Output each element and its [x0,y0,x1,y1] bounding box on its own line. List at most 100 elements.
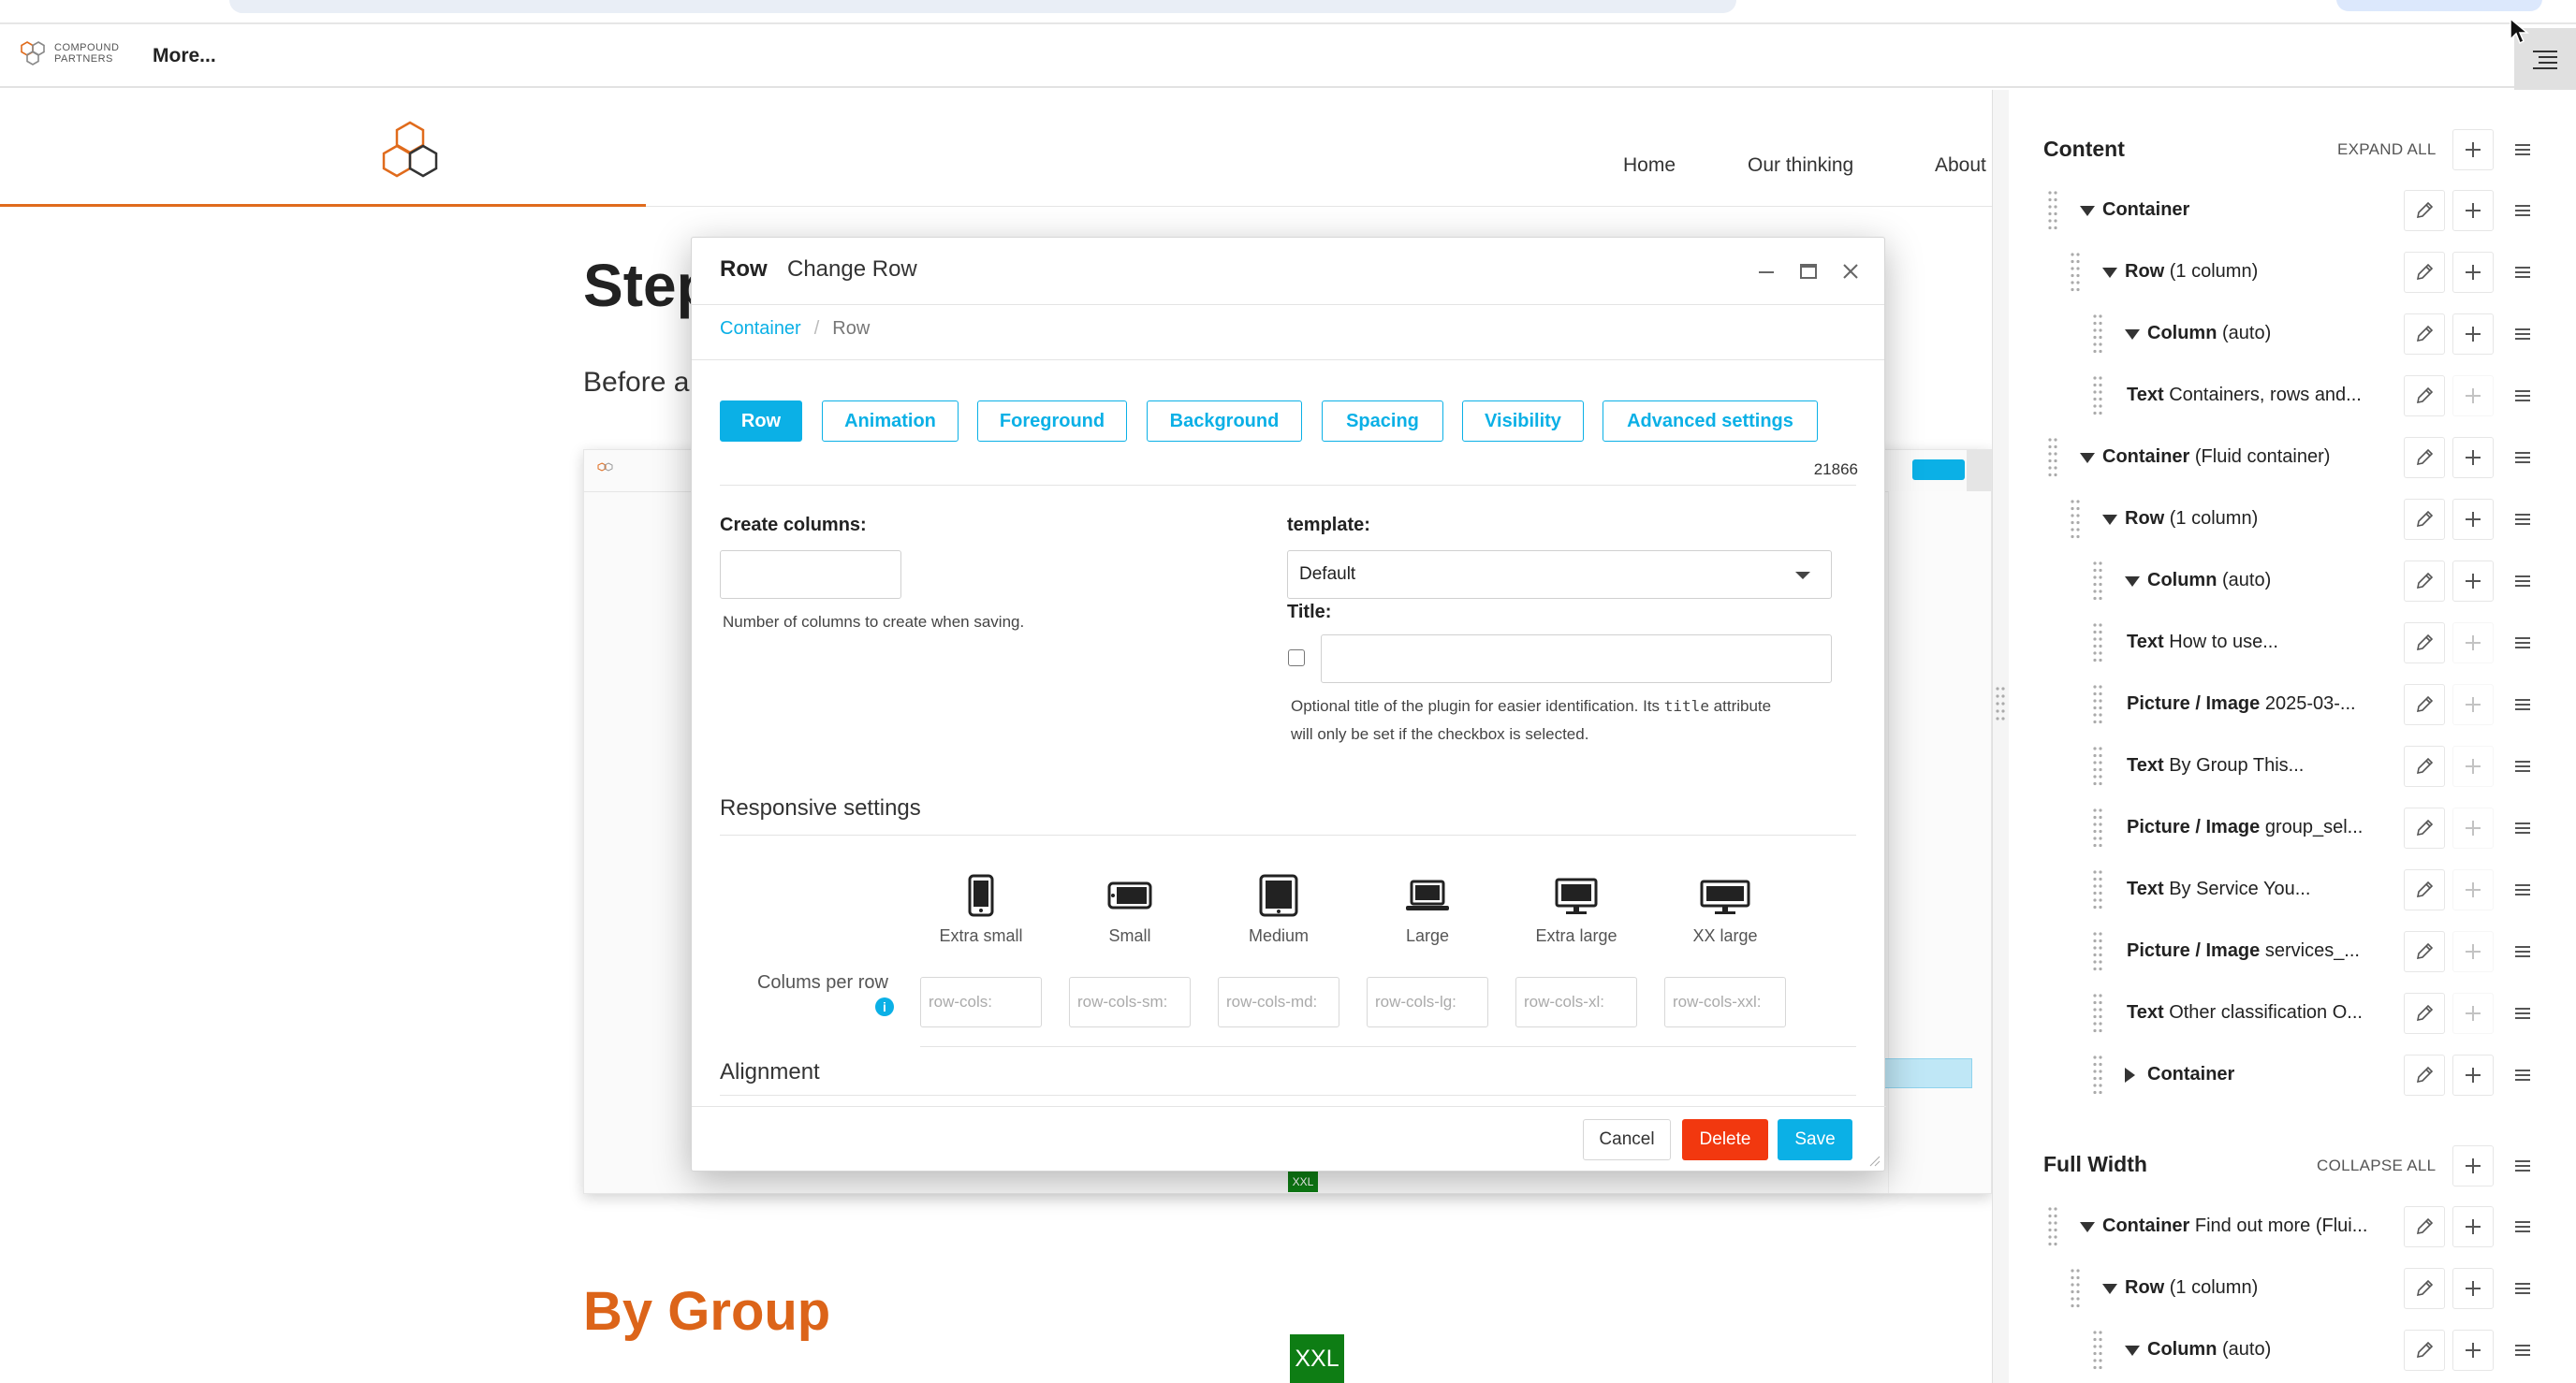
drag-handle-icon[interactable] [2091,1054,2104,1097]
drag-handle-icon[interactable] [2091,992,2104,1035]
structure-item[interactable]: Container [2046,1044,2576,1106]
item-menu-button[interactable] [2509,190,2537,231]
drag-handle-icon[interactable] [2091,560,2104,603]
add-child-button[interactable] [2452,560,2494,602]
edit-plugin-button[interactable] [2404,375,2445,416]
structure-item[interactable]: Row (1 column) [2046,1258,2576,1319]
structure-item[interactable]: Container [2046,180,2576,241]
structure-item[interactable]: Column (auto) [2046,303,2576,365]
item-menu-button[interactable] [2509,622,2537,663]
add-child-button[interactable] [2452,931,2494,972]
edit-plugin-button[interactable] [2404,252,2445,293]
drag-handle-icon[interactable] [2069,498,2082,541]
add-child-button[interactable] [2452,869,2494,910]
collapse-caret-icon[interactable] [2102,268,2117,278]
resize-handle-icon[interactable] [1867,1154,1881,1167]
maximize-button[interactable] [1794,257,1822,285]
title-input[interactable] [1321,634,1832,683]
item-menu-button[interactable] [2509,993,2537,1034]
cancel-button[interactable]: Cancel [1583,1119,1671,1160]
add-child-button[interactable] [2452,499,2494,540]
add-plugin-button[interactable] [2452,129,2494,170]
structure-item[interactable]: Text Other classification O... [2046,983,2576,1044]
add-child-button[interactable] [2452,808,2494,849]
row-cols-lg-input[interactable]: row-cols-lg: [1367,977,1488,1027]
edit-plugin-button[interactable] [2404,684,2445,725]
item-menu-button[interactable] [2509,869,2537,910]
tab-background[interactable]: Background [1147,400,1302,442]
add-child-button[interactable] [2452,1206,2494,1247]
drag-handle-icon[interactable] [2046,189,2059,232]
drag-handle-icon[interactable] [2091,868,2104,911]
template-select[interactable]: Default [1287,550,1832,599]
structure-item[interactable]: Container Find out more (Flui... [2046,1196,2576,1258]
structure-item[interactable]: Column (auto) [2046,550,2576,612]
nav-our-thinking[interactable]: Our thinking [1748,154,1853,177]
row-cols-input[interactable]: row-cols: [920,977,1042,1027]
expand-all-link[interactable]: EXPAND ALL [2337,140,2437,159]
address-bar[interactable] [229,0,1736,13]
nav-about[interactable]: About [1935,154,1986,177]
edit-plugin-button[interactable] [2404,622,2445,663]
drag-handle-icon[interactable] [2069,1267,2082,1310]
info-icon[interactable]: i [875,997,894,1016]
breadcrumb-parent-link[interactable]: Container [720,318,801,339]
structure-item[interactable]: Text By Group This... [2046,735,2576,797]
collapse-caret-icon[interactable] [2102,1284,2117,1294]
edit-plugin-button[interactable] [2404,931,2445,972]
drag-handle-icon[interactable] [2069,251,2082,294]
drag-handle-icon[interactable] [2091,1329,2104,1372]
toolbar-logo[interactable] [19,39,52,72]
tab-animation[interactable]: Animation [822,400,959,442]
tab-row[interactable]: Row [720,400,802,442]
add-child-button[interactable] [2452,993,2494,1034]
save-button[interactable]: Save [1778,1119,1852,1160]
item-menu-button[interactable] [2509,808,2537,849]
drag-handle-icon[interactable] [2091,807,2104,850]
add-child-button[interactable] [2452,1268,2494,1309]
row-cols-md-input[interactable]: row-cols-md: [1218,977,1339,1027]
section-menu-button[interactable] [2509,1145,2537,1186]
collapse-caret-icon[interactable] [2080,453,2095,463]
item-menu-button[interactable] [2509,560,2537,602]
drag-handle-icon[interactable] [2091,930,2104,973]
edit-plugin-button[interactable] [2404,1330,2445,1371]
nav-home[interactable]: Home [1623,154,1676,177]
edit-plugin-button[interactable] [2404,808,2445,849]
add-child-button[interactable] [2452,1330,2494,1371]
edit-plugin-button[interactable] [2404,437,2445,478]
row-cols-xxl-input[interactable]: row-cols-xxl: [1664,977,1786,1027]
structure-item[interactable]: Text Containers, rows and... [2046,365,2576,427]
item-menu-button[interactable] [2509,684,2537,725]
collapse-caret-icon[interactable] [2125,329,2140,340]
drag-handle-icon[interactable] [2091,683,2104,726]
add-child-button[interactable] [2452,313,2494,355]
structure-item[interactable]: Column (auto) [2046,1319,2576,1381]
minimize-button[interactable] [1752,257,1780,285]
add-plugin-button[interactable] [2452,1145,2494,1186]
add-child-button[interactable] [2452,684,2494,725]
tab-advanced-settings[interactable]: Advanced settings [1603,400,1818,442]
add-child-button[interactable] [2452,746,2494,787]
add-child-button[interactable] [2452,375,2494,416]
collapse-caret-icon[interactable] [2080,1222,2095,1232]
add-child-button[interactable] [2452,190,2494,231]
edit-plugin-button[interactable] [2404,746,2445,787]
row-cols-sm-input[interactable]: row-cols-sm: [1069,977,1191,1027]
add-child-button[interactable] [2452,252,2494,293]
item-menu-button[interactable] [2509,1055,2537,1096]
item-menu-button[interactable] [2509,1330,2537,1371]
structure-item[interactable]: Text By Service You... [2046,859,2576,921]
collapse-caret-icon[interactable] [2102,515,2117,525]
drag-handle-icon[interactable] [2046,1205,2059,1248]
structure-item[interactable]: Picture / Image group_sel... [2046,797,2576,859]
item-menu-button[interactable] [2509,499,2537,540]
edit-plugin-button[interactable] [2404,499,2445,540]
item-menu-button[interactable] [2509,313,2537,355]
collapse-caret-icon[interactable] [2125,1346,2140,1356]
tab-foreground[interactable]: Foreground [977,400,1127,442]
add-child-button[interactable] [2452,622,2494,663]
structure-item[interactable]: Row (1 column) [2046,488,2576,550]
edit-plugin-button[interactable] [2404,1206,2445,1247]
edit-plugin-button[interactable] [2404,313,2445,355]
